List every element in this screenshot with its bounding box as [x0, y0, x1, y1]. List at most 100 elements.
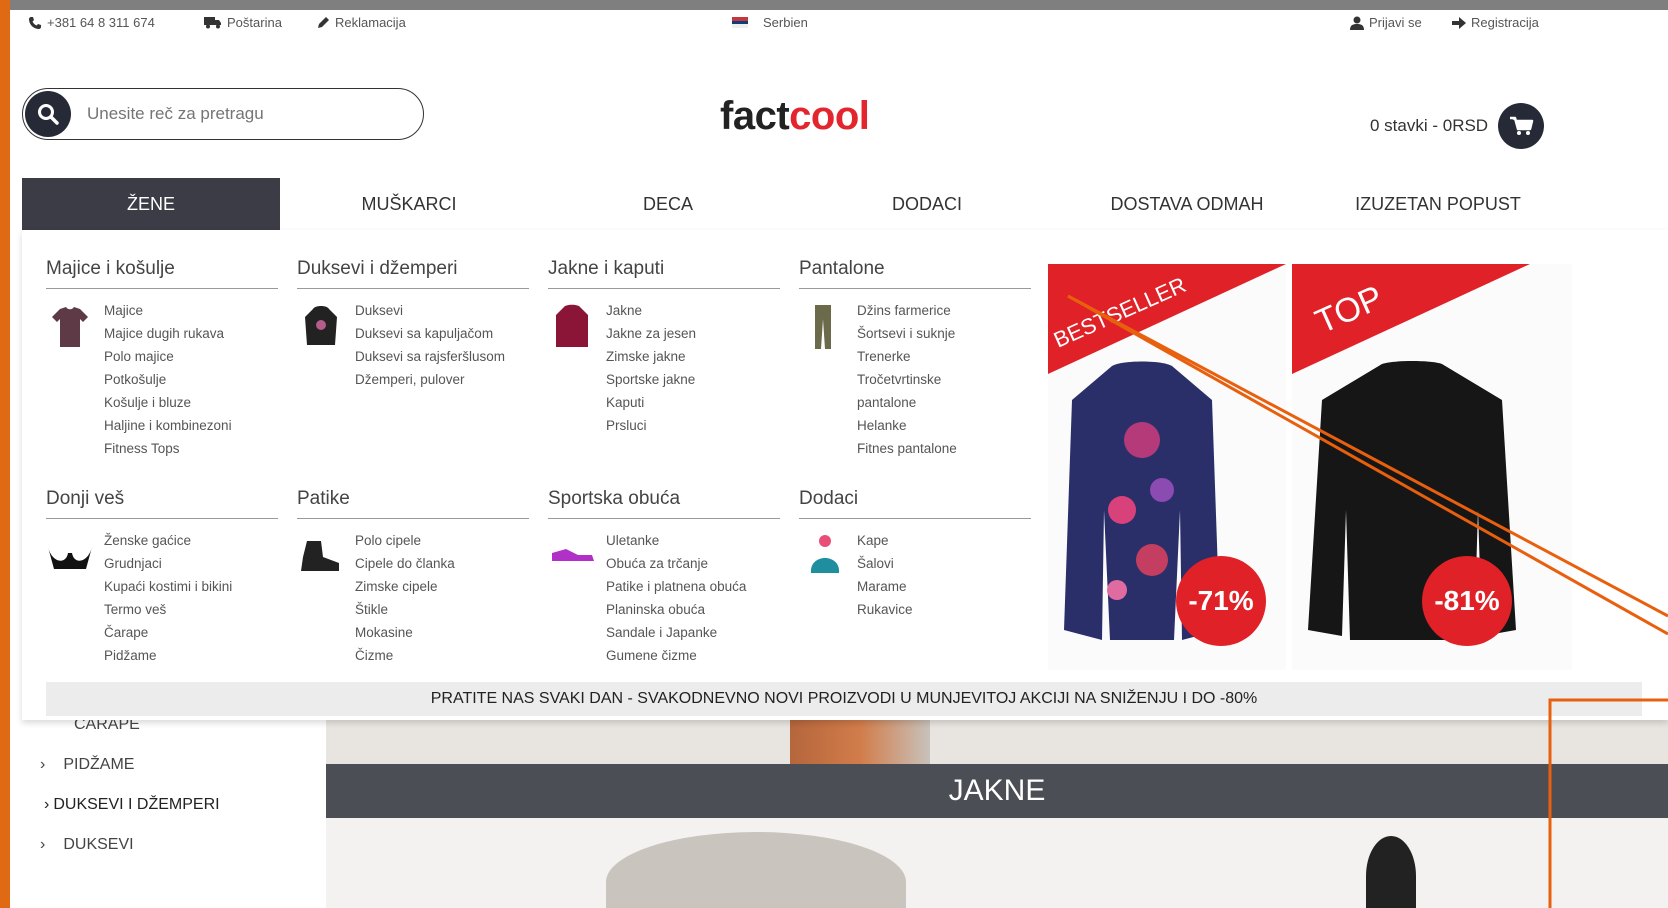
phone-number: +381 64 8 311 674 [47, 15, 155, 30]
logo-cool: cool [789, 94, 870, 138]
menu-link[interactable]: Šortsevi i suknje [857, 322, 997, 345]
menu-link[interactable]: Ženske gaćice [104, 529, 232, 552]
sidebar-item-duksevi-dzemperi[interactable]: › DUKSEVI I DŽEMPERI [44, 796, 220, 814]
menu-link[interactable]: Sandale i Japanke [606, 621, 746, 644]
menu-column-title[interactable]: Majice i košulje [46, 258, 278, 289]
menu-link[interactable]: Džins farmerice [857, 299, 997, 322]
menu-link[interactable]: Fitnes pantalone [857, 437, 997, 460]
menu-link[interactable]: Polo cipele [355, 529, 455, 552]
menu-link[interactable]: Marame [857, 575, 913, 598]
menu-link[interactable]: Jakne [606, 299, 696, 322]
menu-link[interactable]: Jakne za jesen [606, 322, 696, 345]
menu-column-dodaci: Dodaci Kape Šalovi Marame Rukavice [799, 488, 1031, 621]
menu-link[interactable]: Helanke [857, 414, 997, 437]
menu-link[interactable]: Čizme [355, 644, 455, 667]
login-link[interactable]: Prijavi se [1350, 15, 1422, 30]
nav-item-izuzetan-popust[interactable]: IZUZETAN POPUST [1318, 178, 1558, 230]
menu-column-title[interactable]: Jakne i kaputi [548, 258, 780, 289]
menu-link[interactable]: Polo majice [104, 345, 232, 368]
menu-link[interactable]: Trenerke [857, 345, 997, 368]
cart-summary[interactable]: 0 stavki - 0RSD [1370, 103, 1545, 149]
shipping-label: Poštarina [227, 15, 282, 30]
menu-link[interactable]: Duksevi [355, 299, 505, 322]
tshirt-thumbnail [52, 307, 88, 347]
site-logo[interactable]: factcool [720, 94, 870, 139]
menu-column-title[interactable]: Duksevi i džemperi [297, 258, 529, 289]
person-photo [1366, 836, 1416, 908]
menu-link[interactable]: Džemperi, pulover [355, 368, 505, 391]
phone-link[interactable]: +381 64 8 311 674 [28, 15, 155, 30]
promo-bar[interactable]: PRATITE NAS SVAKI DAN - SVAKODNEVNO NOVI… [46, 682, 1642, 716]
product-card-bestseller[interactable]: BESTSELLER -71% [1048, 264, 1286, 670]
register-link[interactable]: Registracija [1452, 15, 1539, 30]
cart-button[interactable] [1498, 103, 1545, 149]
main-nav: ŽENE MUŠKARCI DECA DODACI DOSTAVA ODMAH … [22, 178, 1668, 230]
search-icon [38, 104, 59, 125]
menu-link[interactable]: Kaputi [606, 391, 696, 414]
menu-link[interactable]: Cipele do članka [355, 552, 455, 575]
hero-background [326, 720, 1668, 764]
hoodie-thumbnail [305, 306, 337, 345]
jacket-thumbnail [556, 304, 588, 347]
menu-link[interactable]: Sportske jakne [606, 368, 696, 391]
menu-link[interactable]: Planinska obuća [606, 598, 746, 621]
menu-link[interactable]: Majice dugih rukava [104, 322, 232, 345]
window-border [0, 0, 10, 908]
nav-item-dostava-odmah[interactable]: DOSTAVA ODMAH [1056, 178, 1318, 230]
country-selector[interactable]: Serbien [732, 15, 808, 30]
menu-link[interactable]: Grudnjaci [104, 552, 232, 575]
menu-link[interactable]: Zimske jakne [606, 345, 696, 368]
menu-link[interactable]: Gumene čizme [606, 644, 746, 667]
complaints-link[interactable]: Reklamacija [316, 15, 406, 30]
truck-icon [204, 17, 221, 29]
sneaker-thumbnail [552, 549, 594, 561]
boot-thumbnail [301, 541, 339, 571]
nav-item-dodaci[interactable]: DODACI [798, 178, 1056, 230]
product-card-top[interactable]: TOP -81% [1292, 264, 1572, 670]
menu-link[interactable]: Čarape [104, 621, 232, 644]
menu-link[interactable]: Fitness Tops [104, 437, 232, 460]
menu-column-title[interactable]: Sportska obuća [548, 488, 780, 519]
menu-column-sportska-obuca: Sportska obuća Uletanke Obuća za trčanje… [548, 488, 780, 667]
menu-column-title[interactable]: Dodaci [799, 488, 1031, 519]
menu-link[interactable]: Zimske cipele [355, 575, 455, 598]
menu-link[interactable]: Rukavice [857, 598, 913, 621]
menu-link[interactable]: Prsluci [606, 414, 696, 437]
menu-link[interactable]: Uletanke [606, 529, 746, 552]
menu-link[interactable]: Mokasine [355, 621, 455, 644]
category-banner[interactable]: JAKNE [326, 764, 1668, 818]
menu-column-pantalone: Pantalone Džins farmerice Šortsevi i suk… [799, 258, 1031, 460]
sidebar-item-label: DUKSEVI I DŽEMPERI [53, 796, 220, 813]
menu-link[interactable]: Termo veš [104, 598, 232, 621]
menu-link[interactable]: Obuća za trčanje [606, 552, 746, 575]
menu-link[interactable]: Duksevi sa kapuljačom [355, 322, 505, 345]
menu-link[interactable]: Šalovi [857, 552, 913, 575]
menu-link[interactable]: Kupaći kostimi i bikini [104, 575, 232, 598]
nav-item-muskarci[interactable]: MUŠKARCI [280, 178, 538, 230]
nav-item-zene[interactable]: ŽENE [22, 178, 280, 230]
menu-link[interactable]: Haljine i kombinezoni [104, 414, 232, 437]
discount-badge: -71% [1176, 556, 1266, 646]
menu-link[interactable]: Štikle [355, 598, 455, 621]
menu-link[interactable]: Patike i platnena obuća [606, 575, 746, 598]
search-input[interactable] [87, 104, 407, 124]
menu-link[interactable]: Potkošulje [104, 368, 232, 391]
logo-fact: fact [720, 94, 790, 138]
menu-link[interactable]: Tročetvrtinske pantalone [857, 368, 997, 414]
menu-column-jakne: Jakne i kaputi Jakne Jakne za jesen Zims… [548, 258, 780, 437]
sidebar-item-pidzame[interactable]: › PIDŽAME [40, 756, 134, 774]
menu-column-title[interactable]: Patike [297, 488, 529, 519]
search-button[interactable] [25, 91, 71, 137]
browser-page: +381 64 8 311 674 Poštarina Reklamacija … [10, 10, 1668, 908]
sidebar-item-duksevi[interactable]: › DUKSEVI [40, 836, 134, 854]
menu-link[interactable]: Duksevi sa rajsferšlusom [355, 345, 505, 368]
shipping-link[interactable]: Poštarina [204, 15, 282, 30]
menu-link[interactable]: Kape [857, 529, 913, 552]
bra-thumbnail [48, 547, 92, 569]
nav-item-deca[interactable]: DECA [538, 178, 798, 230]
menu-column-title[interactable]: Donji veš [46, 488, 278, 519]
menu-link[interactable]: Košulje i bluze [104, 391, 232, 414]
menu-link[interactable]: Majice [104, 299, 232, 322]
menu-link[interactable]: Pidžame [104, 644, 232, 667]
menu-column-title[interactable]: Pantalone [799, 258, 1031, 289]
